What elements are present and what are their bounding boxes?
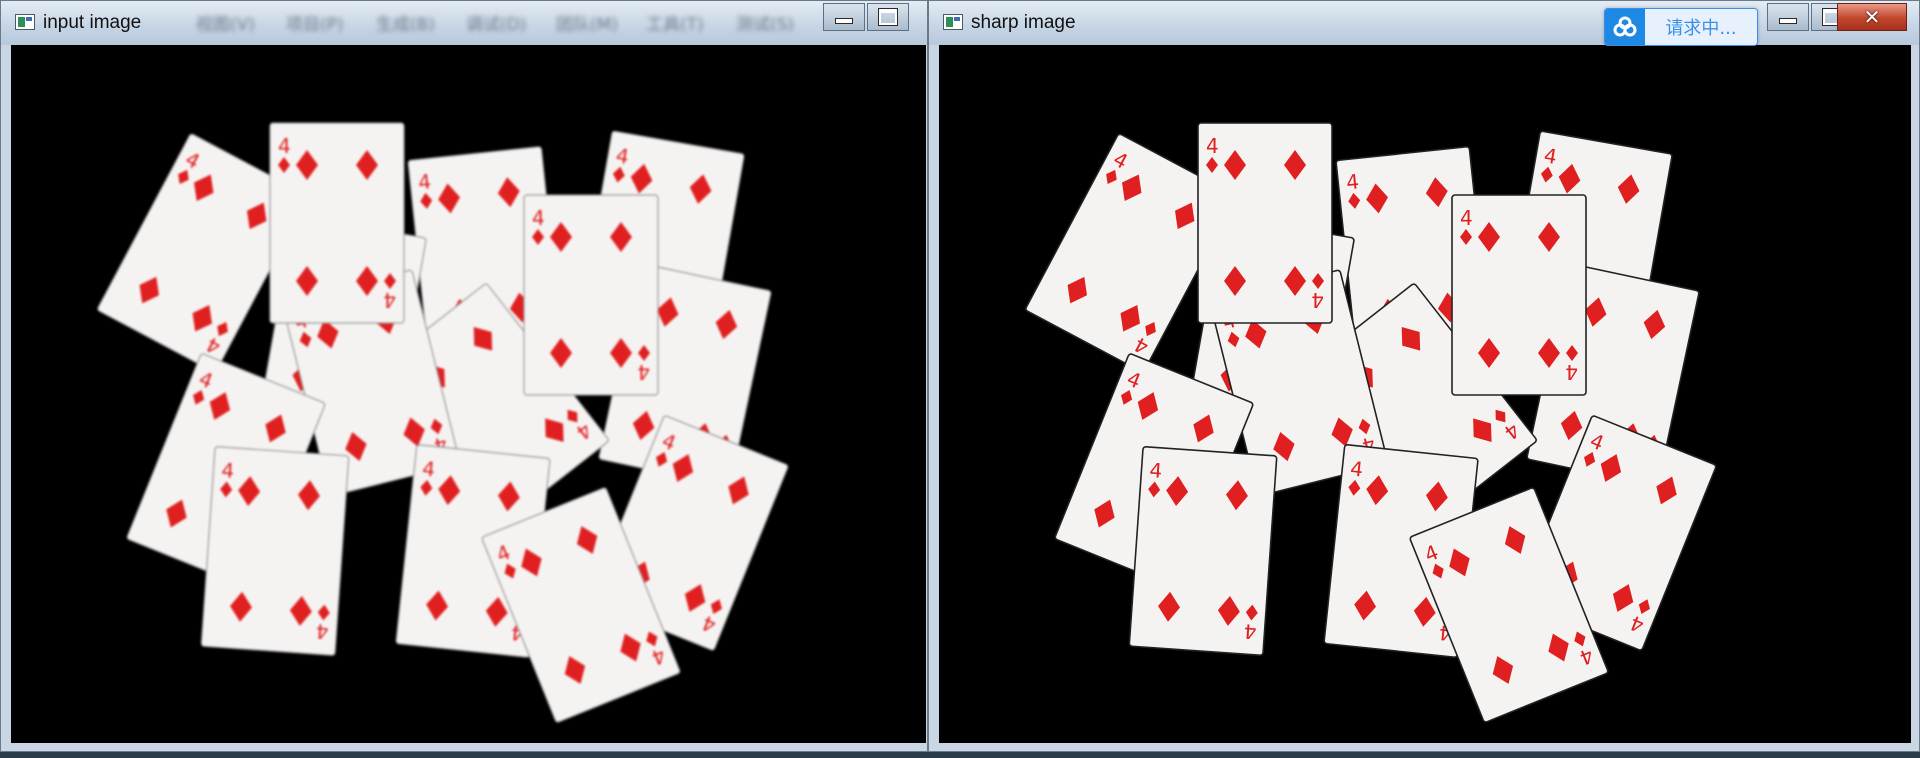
card-stack: 4444444444444444444444444444 — [1025, 122, 1717, 723]
maximize-icon — [878, 8, 898, 26]
maximize-button[interactable] — [867, 3, 909, 31]
card-rank-label: 4 — [532, 206, 545, 230]
minimize-button[interactable] — [1767, 3, 1809, 31]
blurred-background-menu: 视图(V) 项目(P) 生成(B) 调试(D) 团队(M) 工具(T) 测试(S… — [196, 15, 794, 35]
card-rank-label: 4 — [221, 458, 235, 483]
close-button[interactable]: ✕ — [1837, 3, 1907, 31]
request-status-badge[interactable]: 请求中... — [1604, 8, 1758, 46]
blurred-menu-item: 调试(D) — [466, 15, 526, 35]
title-bar[interactable]: sharp image ✕ — [929, 1, 1919, 45]
card-rank-label: 4 — [1345, 169, 1360, 194]
image-canvas: 4444444444444444444444444444 — [11, 45, 926, 743]
card-rank-label: 4 — [1206, 134, 1219, 158]
card-rank-label: 4 — [1460, 206, 1473, 230]
card-rank-label: 4 — [383, 288, 396, 312]
playing-card: 44 — [269, 122, 405, 324]
playing-card: 44 — [523, 194, 659, 396]
cloud-sync-icon — [1605, 9, 1645, 45]
sharp-image-window: sharp image ✕ 44444444444444444444444444… — [928, 0, 1920, 752]
window-title: input image — [43, 12, 142, 33]
card-rank-label: 4 — [1243, 619, 1257, 644]
minimize-icon — [835, 18, 853, 24]
card-stack: 4444444444444444444444444444 — [97, 122, 789, 723]
blurred-menu-item: 测试(S) — [736, 15, 794, 35]
badge-label: 请求中... — [1645, 9, 1757, 45]
playing-card: 44 — [1197, 122, 1333, 324]
window-title: sharp image — [971, 12, 1076, 33]
blurred-menu-item: 项目(P) — [286, 15, 344, 35]
card-rank-label: 4 — [278, 134, 291, 158]
card-rank-label: 4 — [1149, 458, 1163, 483]
card-rank-label: 4 — [1565, 360, 1578, 384]
card-rank-label: 4 — [637, 360, 650, 384]
card-rank-label: 4 — [417, 169, 432, 194]
blurred-menu-item: 生成(B) — [376, 15, 435, 35]
blurred-menu-item: 视图(V) — [196, 15, 255, 35]
playing-card: 44 — [200, 446, 350, 656]
image-canvas: 4444444444444444444444444444 — [939, 45, 1911, 743]
card-rank-label: 4 — [315, 619, 329, 644]
playing-card: 44 — [1128, 445, 1278, 657]
close-icon: ✕ — [1863, 5, 1881, 29]
input-image-window: input image 视图(V) 项目(P) 生成(B) 调试(D) 团队(M… — [0, 0, 928, 752]
playing-card: 44 — [1451, 194, 1587, 396]
app-icon — [15, 14, 35, 30]
card-rank-label: 4 — [1349, 456, 1364, 481]
minimize-button[interactable] — [823, 3, 865, 31]
minimize-icon — [1779, 18, 1797, 24]
blurred-menu-item: 工具(T) — [646, 15, 704, 35]
app-icon — [943, 14, 963, 30]
card-rank-label: 4 — [421, 456, 436, 481]
title-bar[interactable]: input image 视图(V) 项目(P) 生成(B) 调试(D) 团队(M… — [1, 1, 927, 45]
blurred-menu-item: 团队(M) — [556, 15, 618, 35]
card-rank-label: 4 — [1311, 288, 1324, 312]
